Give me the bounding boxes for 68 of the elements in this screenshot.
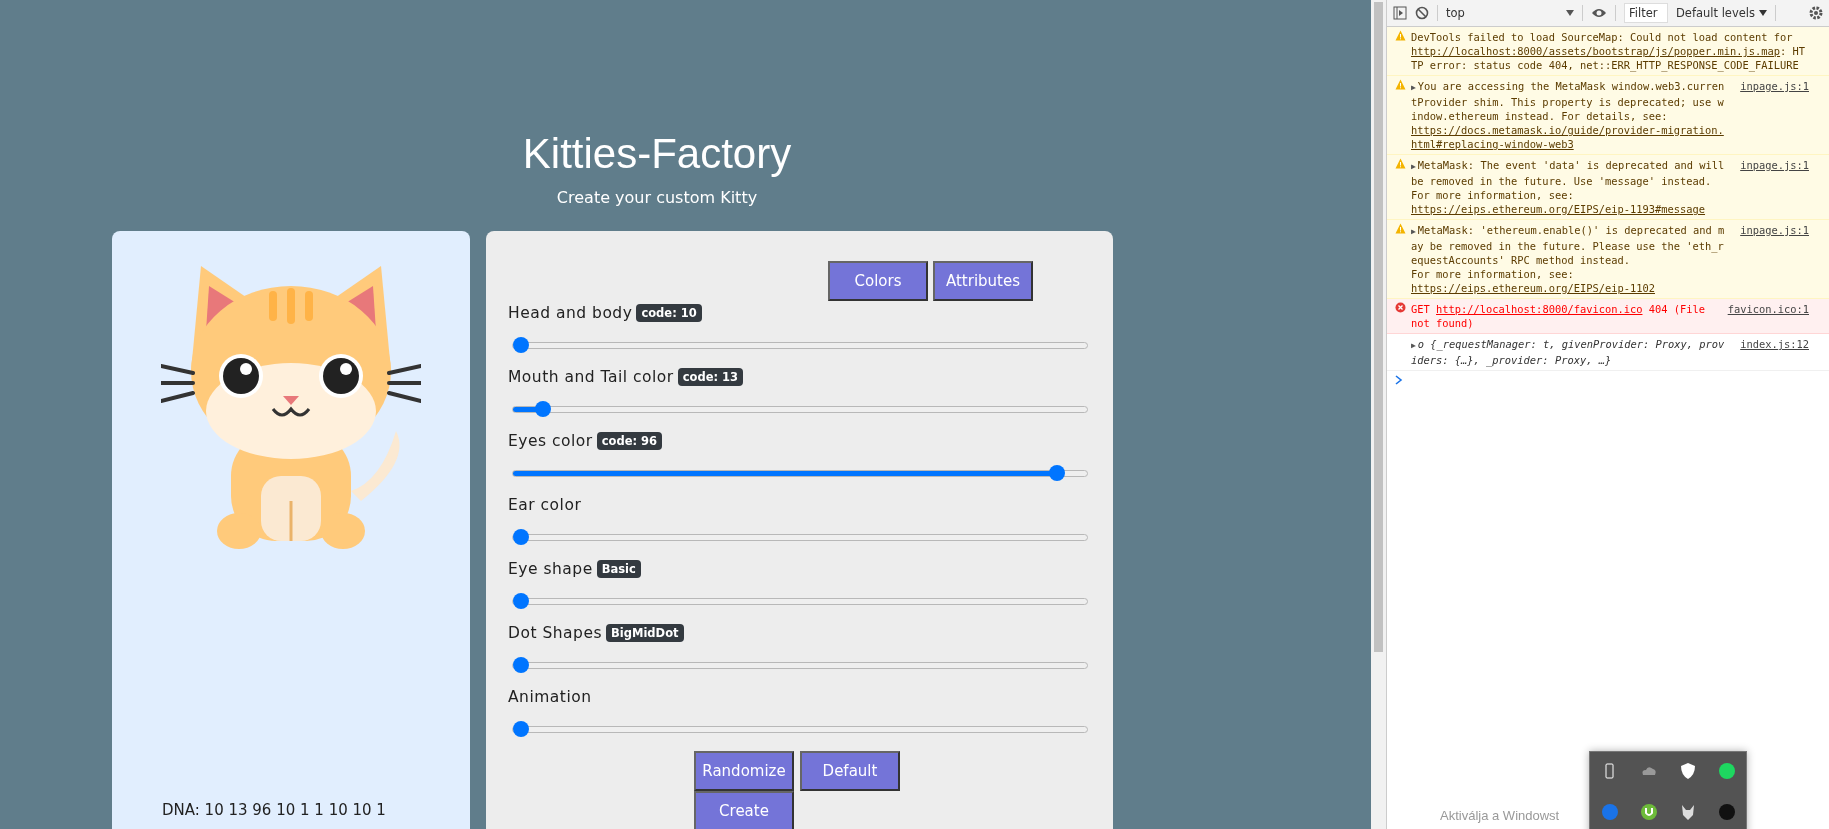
- code-badge: Basic: [596, 560, 641, 578]
- sidebar-toggle-icon[interactable]: [1393, 6, 1407, 20]
- expand-arrow[interactable]: ▶: [1411, 341, 1416, 350]
- source-link[interactable]: inpage.js:1: [1740, 223, 1809, 237]
- slider-label: Eye shape: [508, 560, 593, 578]
- source-link[interactable]: favicon.ico:1: [1727, 302, 1809, 316]
- levels-dropdown[interactable]: Default levels: [1676, 6, 1767, 20]
- activation-text: Aktiválja a Windowst: [1440, 808, 1560, 823]
- slider-thumb[interactable]: [535, 401, 552, 417]
- console-message: ▶ MetaMask: 'ethereum.enable()' is deprecated and may be removed in the future. Please use the 'eth_requestAccounts' RPC method instead. For more information, see: https://eips.ethereum.org/EIPS/eip-1102: [1411, 223, 1726, 295]
- console-message: ▶ MetaMask: The event 'data' is deprecated and will be removed in the future. Use 'message' instead. For more information, see: https://eips.ethereum.org/EIPS/eip-1193#message: [1411, 158, 1726, 216]
- u-letter-icon[interactable]: [1639, 803, 1658, 821]
- url-link[interactable]: https://eips.ethereum.org/EIPS/eip-1193#message: [1411, 202, 1706, 216]
- console-message: DevTools failed to load SourceMap: Could not load content for http://localhost:8000/assets/bootstrap/js/popper.min.js.map: HTTP error: status code 404, net::ERR_HTTP_RESPONSE_CODE_FAILURE: [1411, 30, 1807, 72]
- prompt-chevron-icon: [1395, 375, 1403, 385]
- source-link[interactable]: index.js:12: [1740, 337, 1809, 351]
- dna-text: DNA: 10 13 96 10 1 1 10 10 1: [162, 801, 386, 819]
- warning-icon: [1395, 158, 1406, 169]
- settings-icon[interactable]: [1809, 6, 1823, 20]
- filter-field[interactable]: Filter: [1624, 3, 1668, 23]
- tab-button[interactable]: Attributes: [933, 261, 1033, 301]
- code-badge: BigMidDot: [606, 624, 684, 642]
- action-button[interactable]: Create: [694, 791, 794, 829]
- clear-console-icon[interactable]: [1415, 6, 1429, 20]
- url-link[interactable]: http://localhost:8000/favicon.ico: [1436, 302, 1643, 316]
- source-link[interactable]: inpage.js:1: [1740, 79, 1809, 93]
- slider-label: Head and body: [508, 304, 633, 322]
- slider-label: Animation: [508, 688, 592, 706]
- warning-icon: [1395, 30, 1406, 41]
- console-message: GET http://localhost:8000/favicon.ico 404 (File not found): [1411, 302, 1707, 330]
- error-icon: [1395, 302, 1406, 313]
- url-link[interactable]: http://localhost:8000/assets/bootstrap/js/popper.min.js.map: [1411, 44, 1781, 58]
- scrollbar-thumb[interactable]: [1374, 2, 1383, 652]
- slider-thumb[interactable]: [513, 593, 529, 609]
- slider-thumb[interactable]: [513, 337, 529, 353]
- warning-icon: [1395, 223, 1406, 234]
- slider-thumb[interactable]: [1048, 465, 1065, 481]
- expand-arrow[interactable]: ▶: [1411, 83, 1416, 92]
- dark-app-icon[interactable]: [1717, 803, 1736, 821]
- slider-label: Dot Shapes: [508, 624, 603, 642]
- source-link[interactable]: inpage.js:1: [1740, 158, 1809, 172]
- slider-label: Ear color: [508, 496, 582, 514]
- action-button[interactable]: Randomize: [694, 751, 794, 791]
- caret-icon: [1759, 10, 1767, 16]
- eye-icon[interactable]: [1591, 7, 1607, 19]
- slider-label: Mouth and Tail color: [508, 368, 674, 386]
- code-badge: code: 96: [596, 432, 663, 450]
- expand-arrow[interactable]: ▶: [1411, 162, 1416, 171]
- caret-icon: [1566, 10, 1574, 16]
- code-badge: code: 10: [636, 304, 702, 322]
- warning-icon: [1395, 79, 1406, 90]
- console-message: ▶ You are accessing the MetaMask window.web3.currentProvider shim. This property is deprecated; use window.ethereum instead. For details, see: https://docs.metamask.io/guide/provider-migration.html#replacing-window-web3: [1411, 79, 1726, 151]
- page-subtitle: Create your custom Kitty: [555, 188, 759, 207]
- tab-button[interactable]: Colors: [828, 261, 928, 301]
- url-link[interactable]: https://eips.ethereum.org/EIPS/eip-1102: [1411, 281, 1655, 295]
- slider-thumb[interactable]: [513, 529, 529, 545]
- slider-thumb[interactable]: [513, 657, 529, 673]
- context-select[interactable]: top: [1446, 6, 1574, 20]
- slider-label: Eyes color: [508, 432, 593, 450]
- page-title: Kitties-Factory: [521, 129, 793, 179]
- round-app-icon[interactable]: [1717, 762, 1736, 780]
- expand-arrow[interactable]: ▶: [1411, 227, 1416, 236]
- url-link[interactable]: https://docs.metamask.io/guide/provider-migration.html#replacing-window-web3: [1411, 123, 1726, 151]
- action-button[interactable]: Default: [800, 751, 900, 791]
- slider-thumb[interactable]: [513, 721, 529, 737]
- shield-warning-icon[interactable]: [1678, 762, 1697, 780]
- console-message: ▶ o {_requestManager: t, givenProvider: Proxy, providers: {…}, _provider: Proxy, …}: [1411, 337, 1726, 367]
- code-badge: code: 13: [677, 368, 744, 386]
